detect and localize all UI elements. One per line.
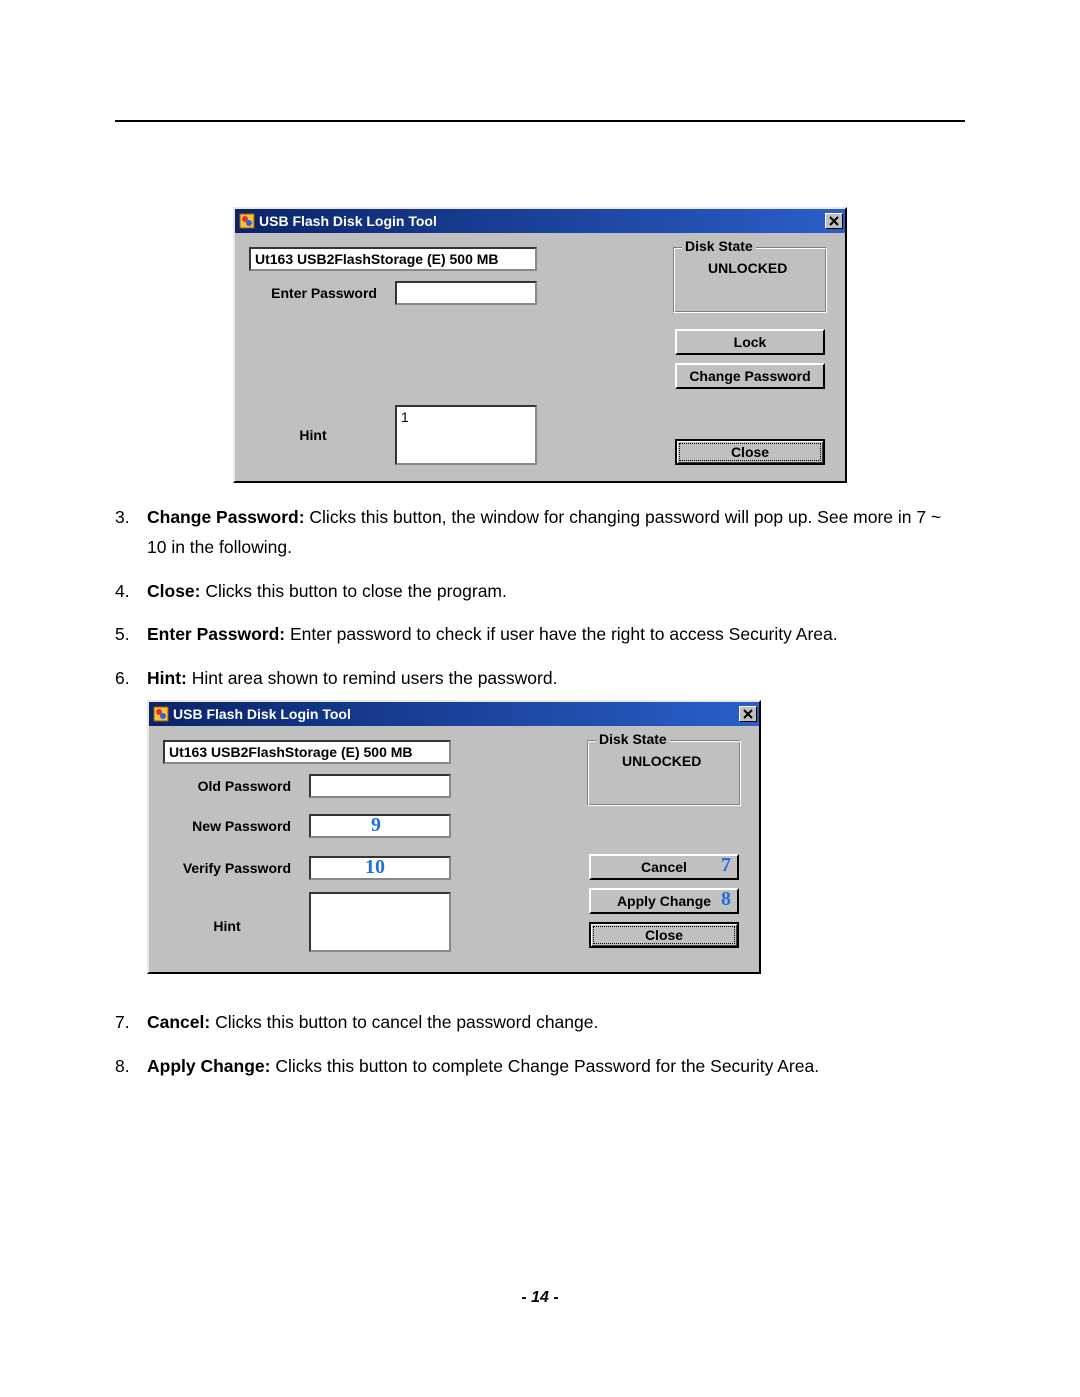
page-number: - 14 - [0, 1289, 1080, 1307]
app-icon [239, 213, 255, 229]
close-icon [743, 709, 753, 719]
disk-state-group: Disk State UNLOCKED [673, 247, 827, 313]
window-title: USB Flash Disk Login Tool [173, 706, 739, 722]
login-tool-dialog-2: USB Flash Disk Login Tool Ut163 USB2Flas… [147, 700, 761, 974]
title-bar: USB Flash Disk Login Tool [149, 702, 759, 726]
label-verify-password: Verify Password [163, 860, 291, 876]
window-close-button[interactable] [739, 706, 757, 722]
enter-password-input[interactable] [395, 281, 537, 305]
item-number: 8. [115, 1052, 130, 1082]
header-divider [115, 120, 965, 122]
label-hint: Hint [163, 918, 291, 934]
item-number: 5. [115, 620, 130, 650]
item-term: Change Password: [147, 507, 305, 527]
item-number: 7. [115, 1008, 130, 1038]
disk-state-value: UNLOCKED [708, 260, 787, 276]
instruction-list-2: 7. Cancel: Clicks this button to cancel … [115, 1008, 965, 1082]
item-number: 6. [115, 664, 130, 694]
label-hint: Hint [249, 427, 377, 443]
item-desc: Clicks this button to cancel the passwor… [210, 1012, 598, 1032]
item-term: Hint: [147, 668, 187, 688]
close-icon [829, 216, 839, 226]
item-term: Apply Change: [147, 1056, 270, 1076]
item-term: Close: [147, 581, 200, 601]
disk-state-group-title: Disk State [682, 238, 756, 254]
device-dropdown[interactable]: Ut163 USB2FlashStorage (E) 500 MB [163, 740, 451, 764]
item-number: 4. [115, 577, 130, 607]
apply-change-button[interactable]: Apply Change [589, 888, 739, 914]
item-desc: Clicks this button to complete Change Pa… [270, 1056, 819, 1076]
instruction-list-1: 3. Change Password: Clicks this button, … [115, 503, 965, 694]
close-button[interactable]: Close [589, 922, 739, 948]
cancel-button[interactable]: Cancel [589, 854, 739, 880]
label-old-password: Old Password [163, 778, 291, 794]
label-new-password: New Password [163, 818, 291, 834]
login-tool-dialog-1: USB Flash Disk Login Tool Ut163 USB2Flas… [233, 207, 847, 483]
old-password-input[interactable] [309, 774, 451, 798]
window-title: USB Flash Disk Login Tool [259, 213, 825, 229]
window-close-button[interactable] [825, 213, 843, 229]
close-button[interactable]: Close [675, 439, 825, 465]
lock-button[interactable]: Lock [675, 329, 825, 355]
disk-state-group-title: Disk State [596, 731, 670, 747]
callout-10: 10 [365, 856, 385, 879]
disk-state-value: UNLOCKED [622, 753, 701, 769]
item-term: Cancel: [147, 1012, 210, 1032]
item-desc: Hint area shown to remind users the pass… [187, 668, 558, 688]
callout-7: 7 [721, 854, 731, 877]
app-icon [153, 706, 169, 722]
item-desc: Enter password to check if user have the… [285, 624, 838, 644]
label-enter-password: Enter Password [249, 285, 377, 301]
callout-8: 8 [721, 888, 731, 911]
callout-9: 9 [371, 814, 381, 837]
item-term: Enter Password: [147, 624, 285, 644]
hint-textarea[interactable] [309, 892, 451, 952]
hint-textarea[interactable]: 1 [395, 405, 537, 465]
item-desc: Clicks this button to close the program. [200, 581, 506, 601]
device-dropdown[interactable]: Ut163 USB2FlashStorage (E) 500 MB [249, 247, 537, 271]
change-password-button[interactable]: Change Password [675, 363, 825, 389]
item-number: 3. [115, 503, 130, 533]
title-bar: USB Flash Disk Login Tool [235, 209, 845, 233]
disk-state-group: Disk State UNLOCKED [587, 740, 741, 806]
